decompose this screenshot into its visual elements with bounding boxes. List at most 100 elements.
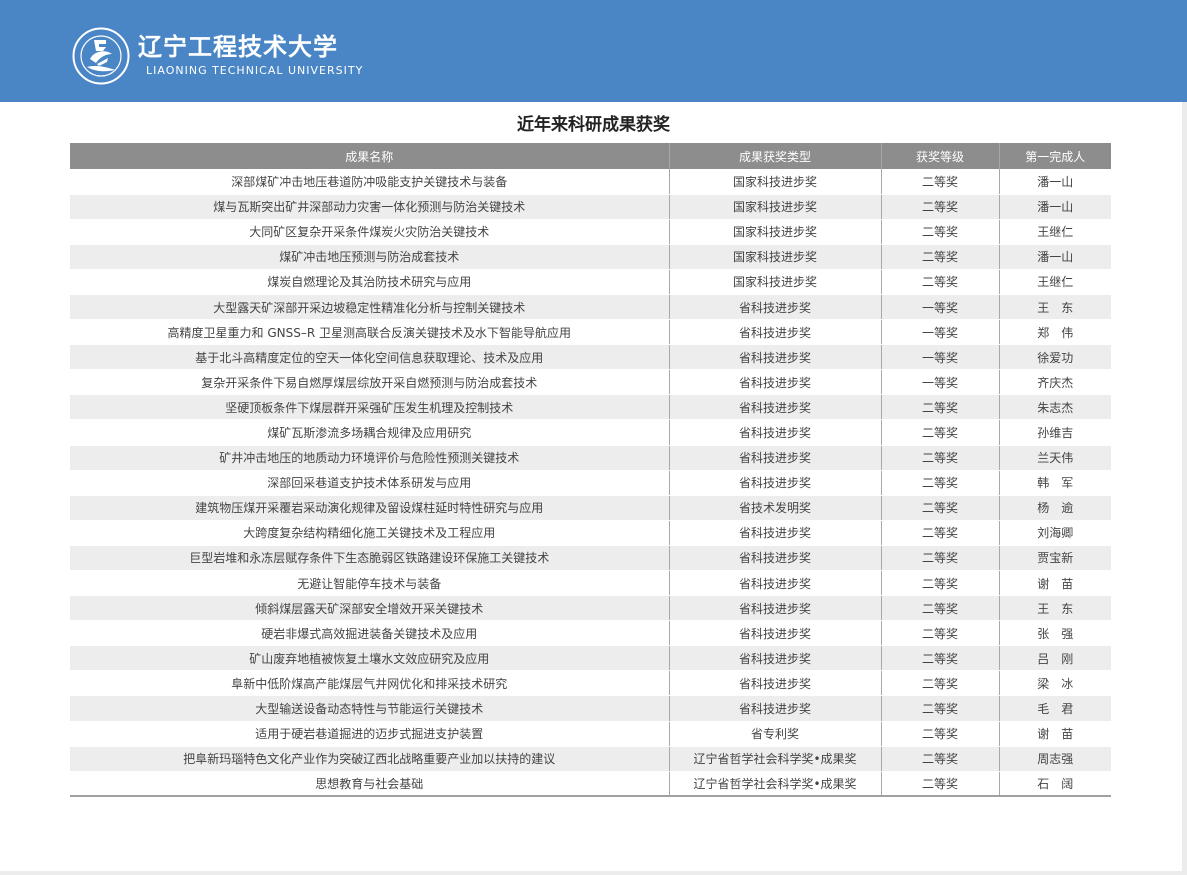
page-edge-bottom bbox=[0, 871, 1187, 875]
cell-name: 高精度卫星重力和 GNSS–R 卫星测高联合反演关键技术及水下智能导航应用 bbox=[70, 319, 669, 346]
cell-name: 煤矿冲击地压预测与防治成套技术 bbox=[70, 244, 669, 270]
cell-type: 省科技进步奖 bbox=[668, 419, 881, 446]
cell-type: 省科技进步奖 bbox=[668, 645, 881, 672]
cell-person: 杨 逾 bbox=[998, 495, 1111, 521]
cell-level: 二等奖 bbox=[880, 470, 999, 496]
table-row: 适用于硬岩巷道掘进的迈步式掘进支护装置 省专利奖 二等奖谢 苗 bbox=[70, 721, 1111, 747]
cell-level: 一等奖 bbox=[880, 319, 999, 346]
cell-person: 兰天伟 bbox=[998, 445, 1111, 471]
table-row: 煤炭自燃理论及其治防技术研究与应用 国家科技进步奖 二等奖 王继仁 bbox=[70, 269, 1111, 295]
cell-name: 基于北斗高精度定位的空天一体化空间信息获取理论、技术及应用 bbox=[70, 344, 669, 371]
cell-level: 二等奖 bbox=[880, 721, 999, 747]
table-row: 深部回采巷道支护技术体系研发与应用 省科技进步奖 二等奖韩 军 bbox=[70, 470, 1111, 496]
table-row: 大型输送设备动态特性与节能运行关键技术 省科技进步奖 二等奖毛 君 bbox=[70, 695, 1111, 722]
cell-name: 煤与瓦斯突出矿井深部动力灾害一体化预测与防治关键技术 bbox=[70, 194, 669, 220]
cell-level: 二等奖 bbox=[880, 645, 999, 672]
cell-name: 煤矿瓦斯渗流多场耦合规律及应用研究 bbox=[70, 419, 669, 446]
cell-level: 二等奖 bbox=[880, 570, 999, 597]
cell-level: 二等奖 bbox=[880, 520, 999, 546]
table-row: 煤矿瓦斯渗流多场耦合规律及应用研究 省科技进步奖 二等奖 孙维吉 bbox=[70, 419, 1111, 446]
cell-type: 省科技进步奖 bbox=[668, 595, 881, 622]
cell-person: 刘海卿 bbox=[998, 520, 1111, 546]
cell-person: 郑 伟 bbox=[998, 319, 1111, 346]
column-header-person: 第一完成人 bbox=[998, 143, 1111, 169]
cell-level: 二等奖 bbox=[880, 269, 999, 295]
cell-person: 孙维吉 bbox=[998, 419, 1111, 446]
cell-name: 无避让智能停车技术与装备 bbox=[70, 570, 669, 597]
cell-type: 省科技进步奖 bbox=[668, 545, 881, 572]
cell-name: 大跨度复杂结构精细化施工关键技术及工程应用 bbox=[70, 520, 669, 546]
brand-name-cn: 辽宁工程技术大学 bbox=[138, 33, 338, 61]
cell-level: 二等奖 bbox=[880, 670, 999, 697]
cell-person: 齐庆杰 bbox=[998, 369, 1111, 396]
cell-name: 大型露天矿深部开采边坡稳定性精准化分析与控制关键技术 bbox=[70, 294, 669, 321]
cell-type: 省科技进步奖 bbox=[668, 520, 881, 546]
cell-person: 朱志杰 bbox=[998, 394, 1111, 421]
cell-level: 二等奖 bbox=[880, 194, 999, 220]
cell-type: 省科技进步奖 bbox=[668, 695, 881, 722]
cell-level: 二等奖 bbox=[880, 169, 999, 195]
cell-type: 省科技进步奖 bbox=[668, 394, 881, 421]
cell-name: 倾斜煤层露天矿深部安全增效开采关键技术 bbox=[70, 595, 669, 622]
cell-type: 省科技进步奖 bbox=[668, 470, 881, 496]
cell-name: 深部煤矿冲击地压巷道防冲吸能支护关键技术与装备 bbox=[70, 169, 669, 195]
cell-level: 二等奖 bbox=[880, 445, 999, 471]
cell-name: 适用于硬岩巷道掘进的迈步式掘进支护装置 bbox=[70, 721, 669, 747]
cell-person: 潘一山 bbox=[998, 194, 1111, 220]
cell-person: 贾宝新 bbox=[998, 545, 1111, 572]
cell-name: 思想教育与社会基础 bbox=[70, 771, 669, 798]
cell-name: 阜新中低阶煤高产能煤层气井网优化和排采技术研究 bbox=[70, 670, 669, 697]
cell-name: 把阜新玛瑙特色文化产业作为突破辽西北战略重要产业加以扶持的建议 bbox=[70, 746, 669, 772]
cell-level: 二等奖 bbox=[880, 620, 999, 647]
table-row: 高精度卫星重力和 GNSS–R 卫星测高联合反演关键技术及水下智能导航应用 省科技… bbox=[70, 319, 1111, 346]
cell-type: 省科技进步奖 bbox=[668, 670, 881, 697]
cell-name: 巨型岩堆和永冻层赋存条件下生态脆弱区铁路建设环保施工关键技术 bbox=[70, 545, 669, 572]
cell-type: 省科技进步奖 bbox=[668, 294, 881, 321]
table-row: 深部煤矿冲击地压巷道防冲吸能支护关键技术与装备 国家科技进步奖 二等奖 潘一山 bbox=[70, 169, 1111, 195]
cell-name: 深部回采巷道支护技术体系研发与应用 bbox=[70, 470, 669, 496]
cell-type: 国家科技进步奖 bbox=[668, 194, 881, 220]
table-row: 煤与瓦斯突出矿井深部动力灾害一体化预测与防治关键技术 国家科技进步奖 二等奖 潘一山 bbox=[70, 194, 1111, 220]
cell-person: 徐爱功 bbox=[998, 344, 1111, 371]
cell-name: 建筑物压煤开采覆岩采动演化规律及留设煤柱延时特性研究与应用 bbox=[70, 495, 669, 521]
cell-level: 二等奖 bbox=[880, 695, 999, 722]
cell-type: 省专利奖 bbox=[668, 721, 881, 747]
header-banner: 辽宁工程技术大学 LIAONING TECHNICAL UNIVERSITY bbox=[0, 0, 1187, 102]
cell-type: 省科技进步奖 bbox=[668, 319, 881, 346]
cell-type: 省科技进步奖 bbox=[668, 445, 881, 471]
cell-type: 辽宁省哲学社会科学奖•成果奖 bbox=[668, 746, 881, 772]
cell-person: 潘一山 bbox=[998, 244, 1111, 270]
cell-person: 王继仁 bbox=[998, 269, 1111, 295]
cell-person: 谢 苗 bbox=[998, 721, 1111, 747]
cell-person: 石 阔 bbox=[998, 771, 1111, 798]
cell-level: 二等奖 bbox=[880, 545, 999, 572]
cell-level: 二等奖 bbox=[880, 746, 999, 772]
cell-name: 矿井冲击地压的地质动力环境评价与危险性预测关键技术 bbox=[70, 445, 669, 471]
cell-level: 二等奖 bbox=[880, 419, 999, 446]
cell-name: 大型输送设备动态特性与节能运行关键技术 bbox=[70, 695, 669, 722]
cell-name: 矿山废弃地植被恢复土壤水文效应研究及应用 bbox=[70, 645, 669, 672]
awards-table: 成果名称 成果获奖类型 获奖等级 第一完成人 深部煤矿冲击地压巷道防冲吸能支护关… bbox=[70, 143, 1111, 798]
cell-level: 一等奖 bbox=[880, 369, 999, 396]
table-row: 倾斜煤层露天矿深部安全增效开采关键技术 省科技进步奖 二等奖王 东 bbox=[70, 595, 1111, 622]
cell-type: 省科技进步奖 bbox=[668, 369, 881, 396]
table-row: 把阜新玛瑙特色文化产业作为突破辽西北战略重要产业加以扶持的建议 辽宁省哲学社会科学… bbox=[70, 746, 1111, 772]
table-row: 建筑物压煤开采覆岩采动演化规律及留设煤柱延时特性研究与应用 省技术发明奖 二等奖杨 … bbox=[70, 495, 1111, 521]
table-row: 巨型岩堆和永冻层赋存条件下生态脆弱区铁路建设环保施工关键技术 省科技进步奖 二等奖贾… bbox=[70, 545, 1111, 572]
cell-level: 二等奖 bbox=[880, 219, 999, 245]
table-row: 大跨度复杂结构精细化施工关键技术及工程应用 省科技进步奖 二等奖 刘海卿 bbox=[70, 520, 1111, 546]
table-header-row: 成果名称 成果获奖类型 获奖等级 第一完成人 bbox=[70, 143, 1111, 169]
table-row: 矿山废弃地植被恢复土壤水文效应研究及应用 省科技进步奖 二等奖吕 刚 bbox=[70, 645, 1111, 672]
cell-name: 复杂开采条件下易自燃厚煤层综放开采自燃预测与防治成套技术 bbox=[70, 369, 669, 396]
page-title: 近年来科研成果获奖 bbox=[517, 115, 670, 135]
page-edge-right bbox=[1182, 102, 1187, 875]
cell-type: 国家科技进步奖 bbox=[668, 169, 881, 195]
cell-level: 一等奖 bbox=[880, 294, 999, 321]
column-header-type: 成果获奖类型 bbox=[668, 143, 881, 169]
table-row: 思想教育与社会基础 辽宁省哲学社会科学奖•成果奖 二等奖石 阔 bbox=[70, 771, 1111, 798]
cell-type: 国家科技进步奖 bbox=[668, 244, 881, 270]
university-seal-icon bbox=[72, 27, 130, 85]
cell-type: 辽宁省哲学社会科学奖•成果奖 bbox=[668, 771, 881, 798]
cell-type: 省科技进步奖 bbox=[668, 344, 881, 371]
cell-person: 吕 刚 bbox=[998, 645, 1111, 672]
